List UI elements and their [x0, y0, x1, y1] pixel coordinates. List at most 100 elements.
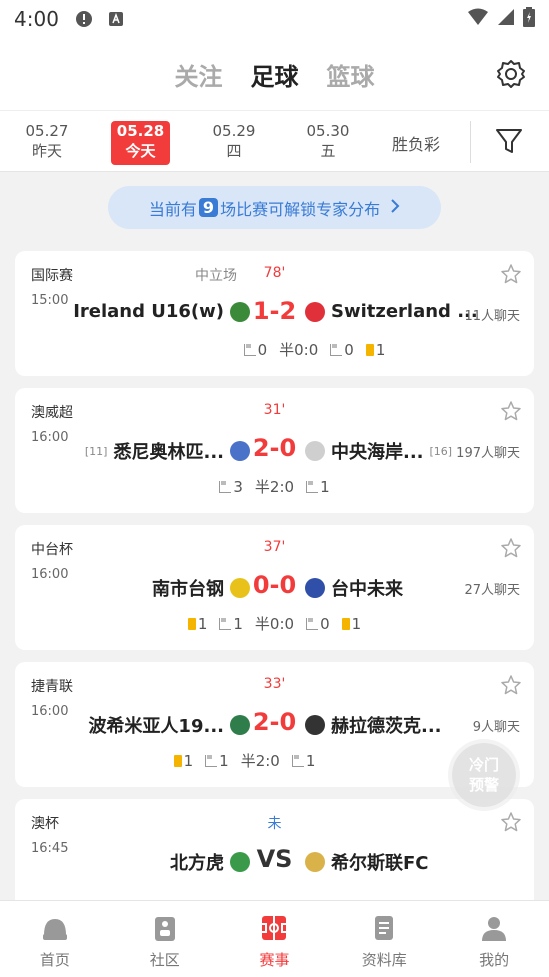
away-rank: [16] — [429, 444, 453, 458]
home-corners: 1 — [205, 752, 229, 770]
upset-alert-button[interactable]: 冷门 预警 — [452, 743, 516, 807]
settings-gear-icon[interactable] — [495, 58, 527, 90]
date-0530[interactable]: 05.30 五 — [293, 121, 363, 165]
filter-icon[interactable] — [493, 125, 525, 157]
score: VS — [256, 845, 293, 873]
half-score: 半2:0 — [254, 478, 295, 496]
chat-count[interactable]: 9人聊天 — [473, 716, 520, 735]
match-card[interactable]: 澳杯 16:45 未 北方虎 VS 希尔斯联FC — [15, 799, 534, 909]
upset-alert-line2: 预警 — [468, 776, 499, 794]
profile-icon — [479, 913, 509, 943]
favorite-star-icon[interactable] — [500, 263, 522, 285]
signal-icon — [497, 8, 515, 30]
away-team: 台中未来 — [305, 575, 403, 601]
date-sublabel: 四 — [226, 142, 242, 160]
home-yellow-cards: 1 — [173, 752, 193, 770]
favorite-star-icon[interactable] — [500, 537, 522, 559]
away-corners: 0 — [306, 615, 330, 633]
away-team: 希尔斯联FC — [305, 849, 429, 875]
away-team-logo — [305, 852, 325, 872]
match-stats: 0 半0:0 0 1 — [15, 339, 534, 360]
away-team: 赫拉德茨克... — [305, 712, 442, 738]
tab-football[interactable]: 足球 — [251, 57, 299, 92]
date-label: 05.27 — [25, 122, 69, 140]
favorite-star-icon[interactable] — [500, 400, 522, 422]
away-team: Switzerland ... — [305, 301, 478, 322]
tab-label: 我的 — [479, 951, 510, 969]
tab-home[interactable]: 首页 — [0, 901, 110, 977]
match-stats: 1 1 半0:0 0 1 — [15, 613, 534, 634]
chat-count[interactable]: 27人聊天 — [464, 579, 520, 598]
alert-icon — [75, 10, 93, 28]
chat-count[interactable]: 197人聊天 — [456, 442, 520, 461]
corner-icon — [219, 480, 232, 493]
tab-label: 资料库 — [361, 951, 407, 969]
upset-alert-line1: 冷门 — [468, 756, 499, 774]
match-status: 未 — [267, 816, 282, 832]
tab-basketball[interactable]: 篮球 — [327, 57, 375, 92]
half-score: 半0:0 — [279, 341, 319, 359]
away-team-name: 中央海岸... — [331, 442, 424, 463]
top-header: 关注 足球 篮球 — [0, 38, 549, 110]
tab-matches[interactable]: 赛事 — [220, 901, 330, 977]
date-0529[interactable]: 05.29 四 — [199, 121, 269, 165]
home-corners: 3 — [219, 478, 243, 496]
away-yellow-cards: 1 — [341, 615, 361, 633]
community-icon — [150, 913, 180, 943]
corner-icon — [306, 617, 319, 630]
away-team-name: 希尔斯联FC — [331, 853, 429, 874]
tab-community[interactable]: 社区 — [110, 901, 220, 977]
away-team-logo — [305, 441, 325, 461]
date-label: 05.29 — [212, 122, 256, 140]
home-corners: 1 — [219, 615, 243, 633]
score: 2-0 — [252, 708, 297, 736]
expert-unlock-banner[interactable]: 当前有 9 场比赛可解锁专家分布 — [108, 186, 441, 229]
date-0527[interactable]: 05.27 昨天 — [12, 121, 82, 165]
chevron-right-icon — [390, 197, 400, 218]
match-minute: 78' — [263, 265, 286, 281]
tab-label: 首页 — [39, 951, 70, 969]
status-bar: 4:00 — [0, 0, 549, 38]
yellow-card-icon — [187, 617, 196, 630]
corner-icon — [330, 343, 343, 356]
away-corners: 1 — [306, 478, 330, 496]
corner-icon — [243, 343, 256, 356]
match-minute: 31' — [263, 402, 286, 418]
away-team: 中央海岸... [16] — [305, 438, 452, 464]
banner-prefix: 当前有 — [148, 199, 197, 219]
database-icon — [369, 913, 399, 943]
home-icon — [40, 913, 70, 943]
favorite-star-icon[interactable] — [500, 674, 522, 696]
match-card[interactable]: 中台杯 16:00 37' 南市台钢 0-0 台中未来 27人聊天 1 1 半0… — [15, 525, 534, 650]
match-stats: 3 半2:0 1 — [15, 476, 534, 497]
banner-suffix: 场比赛可解锁专家分布 — [220, 199, 381, 219]
home-corners: 0 — [243, 341, 267, 359]
match-minute: 37' — [263, 539, 286, 555]
chat-count[interactable]: 11人聊天 — [464, 305, 520, 324]
away-team-name: Switzerland ... — [331, 301, 478, 322]
tab-database[interactable]: 资料库 — [329, 901, 439, 977]
match-icon — [259, 913, 289, 943]
favorite-star-icon[interactable] — [500, 811, 522, 833]
bottom-tab-bar: 首页 社区 赛事 资料库 我的 — [0, 900, 549, 977]
tab-label: 赛事 — [259, 951, 290, 969]
divider — [470, 121, 471, 163]
score: 0-0 — [252, 571, 297, 599]
banner-count: 9 — [198, 198, 219, 217]
tab-profile[interactable]: 我的 — [439, 901, 549, 977]
date-sublabel: 今天 — [125, 142, 156, 160]
sport-tabs: 关注 足球 篮球 — [175, 57, 375, 92]
lottery-link[interactable]: 胜负彩 — [392, 131, 440, 155]
date-label: 05.28 — [116, 122, 165, 140]
half-score: 半0:0 — [254, 615, 295, 633]
away-team-name: 台中未来 — [331, 579, 403, 600]
match-minute: 33' — [263, 676, 286, 692]
tab-follow[interactable]: 关注 — [175, 57, 223, 92]
date-0528[interactable]: 05.28 今天 — [111, 121, 170, 165]
away-team-logo — [305, 301, 325, 322]
match-card[interactable]: 澳威超 16:00 31' [11] 悉尼奥林匹... 2-0 中央海岸... … — [15, 388, 534, 513]
date-sublabel: 五 — [320, 142, 336, 160]
match-card[interactable]: 国际赛 15:00 中立场 78' Ireland U16(w) 1-2 Swi… — [15, 251, 534, 376]
font-a-icon — [107, 10, 125, 28]
away-yellow-cards: 1 — [365, 341, 385, 359]
